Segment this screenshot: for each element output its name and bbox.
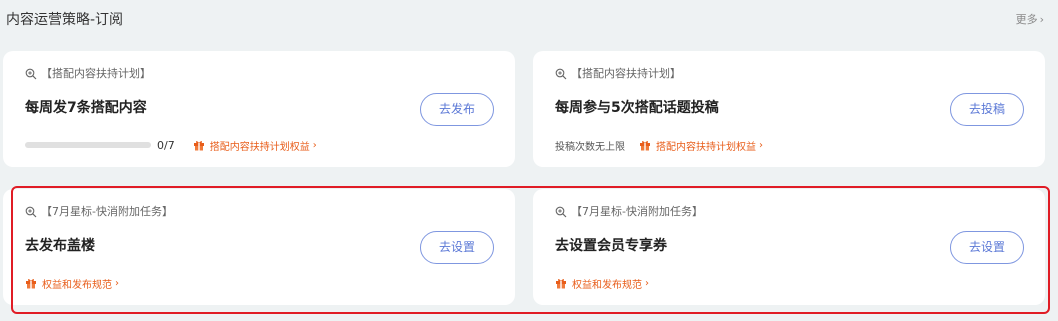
benefit-label: 搭配内容扶持计划权益	[209, 141, 310, 153]
task-tag-label: 【搭配内容扶持计划】	[571, 67, 681, 80]
benefit-label: 权益和发布规范	[572, 279, 642, 291]
chevron-right-icon: ›	[115, 277, 119, 289]
search-plus-icon	[555, 206, 567, 218]
task-card-member-coupon: 【7月星标-快消附加任务】 去设置会员专享券 去设置 权益和发布规范 ›	[533, 189, 1045, 305]
submission-note: 投稿次数无上限	[555, 141, 625, 153]
benefit-link[interactable]: 搭配内容扶持计划权益 ›	[639, 138, 763, 153]
task-title: 每周发7条搭配内容	[25, 100, 147, 116]
gift-icon	[640, 141, 650, 151]
chevron-right-icon: ›	[312, 139, 317, 151]
task-tag: 【7月星标-快消附加任务】	[555, 204, 703, 220]
publish-button[interactable]: 去发布	[420, 93, 494, 126]
chevron-right-icon: ›	[645, 277, 649, 289]
task-tag: 【搭配内容扶持计划】	[25, 66, 151, 82]
chevron-right-icon: ›	[1039, 13, 1044, 26]
submit-button[interactable]: 去投稿	[950, 93, 1024, 126]
gift-icon	[26, 279, 36, 289]
section-title: 内容运营策略-订阅	[6, 12, 124, 28]
search-plus-icon	[555, 68, 567, 80]
task-footer: 权益和发布规范 ›	[555, 274, 649, 292]
search-plus-icon	[25, 206, 37, 218]
task-tag: 【搭配内容扶持计划】	[555, 66, 681, 82]
progress-count: 0/7	[157, 138, 175, 152]
task-title: 去设置会员专享券	[555, 238, 667, 254]
progress-bar	[25, 142, 151, 148]
task-tag: 【7月星标-快消附加任务】	[25, 204, 173, 220]
task-title: 每周参与5次搭配话题投稿	[555, 100, 719, 116]
settings-button[interactable]: 去设置	[950, 231, 1024, 264]
benefit-label: 权益和发布规范	[42, 279, 112, 291]
benefit-link[interactable]: 权益和发布规范 ›	[25, 276, 119, 291]
gift-icon	[193, 141, 204, 151]
section-header: 内容运营策略-订阅 更多 ›	[6, 9, 1044, 31]
task-footer: 0/7 搭配内容扶持计划权益 ›	[25, 136, 317, 154]
benefit-label: 搭配内容扶持计划权益	[656, 141, 756, 153]
task-card-publish-thread: 【7月星标-快消附加任务】 去发布盖楼 去设置 权益和发布规范 ›	[3, 189, 515, 305]
task-title: 去发布盖楼	[25, 238, 95, 254]
page: 内容运营策略-订阅 更多 › 【搭配内容扶持计划】 每周发7条搭配内容 去发布 0…	[0, 0, 1058, 321]
task-card-weekly-posts: 【搭配内容扶持计划】 每周发7条搭配内容 去发布 0/7 搭配内容扶持计划权益 ›	[3, 51, 515, 167]
task-tag-label: 【7月星标-快消附加任务】	[571, 205, 703, 218]
benefit-link[interactable]: 权益和发布规范 ›	[555, 276, 649, 291]
search-plus-icon	[25, 68, 37, 80]
task-footer: 权益和发布规范 ›	[25, 274, 119, 292]
more-link[interactable]: 更多 ›	[1016, 10, 1044, 30]
chevron-right-icon: ›	[759, 139, 763, 151]
more-label: 更多	[1015, 13, 1038, 26]
settings-button[interactable]: 去设置	[420, 231, 494, 264]
gift-icon	[556, 279, 566, 289]
task-footer: 投稿次数无上限 搭配内容扶持计划权益 ›	[555, 136, 763, 154]
benefit-link[interactable]: 搭配内容扶持计划权益 ›	[193, 138, 317, 153]
task-tag-label: 【搭配内容扶持计划】	[41, 67, 151, 80]
task-card-topic-submissions: 【搭配内容扶持计划】 每周参与5次搭配话题投稿 去投稿 投稿次数无上限 搭配内容…	[533, 51, 1045, 167]
task-tag-label: 【7月星标-快消附加任务】	[41, 205, 173, 218]
